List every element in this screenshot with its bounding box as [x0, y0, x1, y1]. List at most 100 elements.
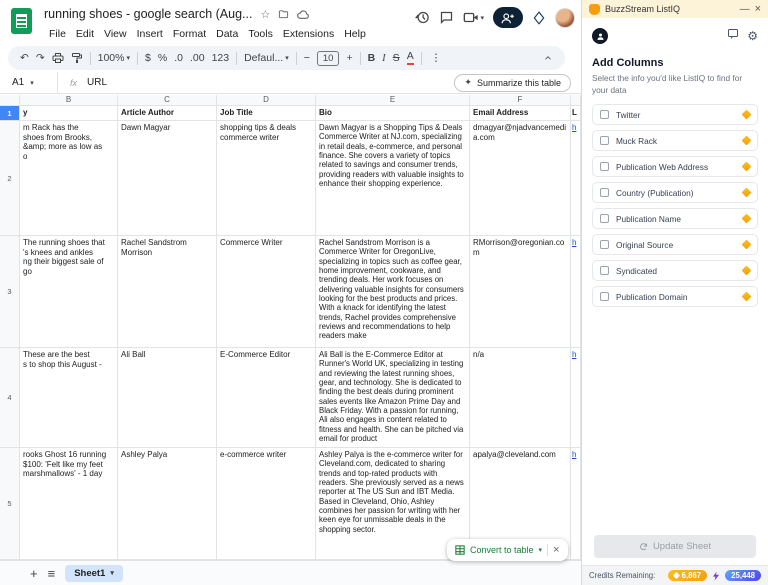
strikethrough-button[interactable]: S	[393, 52, 400, 64]
checkbox[interactable]	[600, 292, 609, 301]
column-option-publication-domain[interactable]: Publication Domain	[592, 286, 758, 307]
increase-decimal-button[interactable]: .00	[190, 52, 205, 64]
decrease-font-size-button[interactable]: −	[304, 52, 310, 64]
sheets-logo-icon[interactable]	[11, 8, 32, 34]
checkbox[interactable]	[600, 214, 609, 223]
bold-button[interactable]: B	[368, 52, 376, 64]
checkbox[interactable]	[600, 188, 609, 197]
cell-G5[interactable]: h	[571, 448, 581, 560]
row-header-4[interactable]: 4	[0, 348, 20, 448]
row-header-3[interactable]: 3	[0, 236, 20, 348]
cell-G2[interactable]: h	[571, 121, 581, 236]
cell-D3[interactable]: Commerce Writer	[217, 236, 316, 348]
convert-caret-icon[interactable]: ▾	[539, 546, 543, 554]
column-header-D[interactable]: D	[217, 95, 316, 106]
menu-help[interactable]: Help	[339, 27, 371, 41]
menu-data[interactable]: Data	[211, 27, 243, 41]
increase-font-size-button[interactable]: +	[346, 52, 352, 64]
column-option-original-source[interactable]: Original Source	[592, 234, 758, 255]
summarize-table-button[interactable]: ✦ Summarize this table	[454, 74, 571, 92]
cell-B2[interactable]: m Rack has the shoes from Brooks, &amp; …	[20, 121, 118, 236]
column-option-publication-web-address[interactable]: Publication Web Address	[592, 156, 758, 177]
cell-B5[interactable]: rooks Ghost 16 running $100: 'Felt like …	[20, 448, 118, 560]
cell-E3[interactable]: Rachel Sandstrom Morrison is a Commerce …	[316, 236, 470, 348]
checkbox[interactable]	[600, 136, 609, 145]
cell-D1[interactable]: Job Title	[217, 106, 316, 121]
font-size-input[interactable]: 10	[317, 51, 340, 66]
column-option-syndicated[interactable]: Syndicated	[592, 260, 758, 281]
column-header-C[interactable]: C	[118, 95, 217, 106]
cell-D4[interactable]: E-Commerce Editor	[217, 348, 316, 448]
menu-file[interactable]: File	[44, 27, 71, 41]
feedback-icon[interactable]	[727, 27, 739, 45]
paint-format-button[interactable]	[71, 52, 83, 64]
menu-view[interactable]: View	[99, 27, 132, 41]
select-all-corner[interactable]	[0, 95, 20, 106]
more-formats-button[interactable]: 123	[212, 52, 230, 64]
account-avatar[interactable]	[555, 8, 575, 28]
column-header-F[interactable]: F	[470, 95, 571, 106]
redo-button[interactable]: ↷	[36, 52, 45, 64]
row-header-1[interactable]: 1	[0, 106, 20, 121]
update-sheet-button[interactable]: Update Sheet	[594, 535, 756, 558]
panel-minimize-icon[interactable]: —	[740, 4, 750, 15]
document-title[interactable]: running shoes - google search (Aug...	[44, 7, 252, 21]
panel-close-icon[interactable]: ×	[755, 3, 761, 15]
column-header-E[interactable]: E	[316, 95, 470, 106]
cell-F3[interactable]: RMorrison@oregonian.com	[470, 236, 571, 348]
column-header-G[interactable]	[571, 95, 581, 106]
sheet-tab-active[interactable]: Sheet1 ▾	[65, 565, 123, 582]
collapse-toolbar-icon[interactable]	[543, 53, 553, 63]
menu-edit[interactable]: Edit	[71, 27, 99, 41]
italic-button[interactable]: I	[382, 53, 386, 64]
cell-C5[interactable]: Ashley Palya	[118, 448, 217, 560]
comments-icon[interactable]	[439, 10, 454, 25]
cell-B4[interactable]: These are the best s to shop this August…	[20, 348, 118, 448]
share-button[interactable]	[493, 7, 523, 28]
zoom-select[interactable]: 100%▾	[98, 52, 130, 64]
column-option-muck-rack[interactable]: Muck Rack	[592, 130, 758, 151]
cell-C1[interactable]: Article Author	[118, 106, 217, 121]
cell-B1[interactable]: y	[20, 106, 118, 121]
cell-F2[interactable]: dmagyar@njadvancemedia.com	[470, 121, 571, 236]
star-icon[interactable]: ☆	[260, 8, 270, 21]
menu-tools[interactable]: Tools	[243, 27, 278, 41]
menu-format[interactable]: Format	[168, 27, 211, 41]
version-history-icon[interactable]	[415, 10, 430, 25]
cell-C2[interactable]: Dawn Magyar	[118, 121, 217, 236]
text-color-button[interactable]: A	[407, 51, 414, 65]
decrease-decimal-button[interactable]: .0	[174, 52, 183, 64]
column-header-B[interactable]: B	[20, 95, 118, 106]
font-family-select[interactable]: Defaul...▾	[244, 52, 289, 64]
column-option-twitter[interactable]: Twitter	[592, 104, 758, 125]
cell-G3[interactable]: h	[571, 236, 581, 348]
checkbox[interactable]	[600, 162, 609, 171]
column-option-publication-name[interactable]: Publication Name	[592, 208, 758, 229]
cell-G1[interactable]: L	[571, 106, 581, 121]
format-currency-button[interactable]: $	[145, 52, 151, 64]
row-header-5[interactable]: 5	[0, 448, 20, 560]
checkbox[interactable]	[600, 240, 609, 249]
add-sheet-button[interactable]: +	[30, 566, 38, 581]
cell-E4[interactable]: Ali Ball is the E-Commerce Editor at Run…	[316, 348, 470, 448]
cell-C4[interactable]: Ali Ball	[118, 348, 217, 448]
print-button[interactable]	[52, 52, 64, 64]
cell-D2[interactable]: shopping tips & deals commerce writer	[217, 121, 316, 236]
cell-D5[interactable]: e-commerce writer	[217, 448, 316, 560]
sheet-tab-caret-icon[interactable]: ▾	[110, 569, 114, 577]
cell-E2[interactable]: Dawn Magyar is a Shopping Tips & Deals C…	[316, 121, 470, 236]
account-icon[interactable]	[592, 28, 608, 44]
cell-E1[interactable]: Bio	[316, 106, 470, 121]
convert-to-table-pill[interactable]: Convert to table ▾ ×	[447, 539, 568, 561]
cell-G4[interactable]: h	[571, 348, 581, 448]
cell-F1[interactable]: Email Address	[470, 106, 571, 121]
column-option-country-publication[interactable]: Country (Publication)	[592, 182, 758, 203]
menu-extensions[interactable]: Extensions	[278, 27, 339, 41]
toolbar-more-button[interactable]: ⋮	[431, 52, 442, 64]
undo-button[interactable]: ↶	[20, 52, 29, 64]
gemini-gem-icon[interactable]	[532, 11, 546, 25]
cell-C3[interactable]: Rachel Sandstrom Morrison	[118, 236, 217, 348]
dismiss-pill-icon[interactable]: ×	[553, 544, 559, 556]
format-percent-button[interactable]: %	[158, 52, 167, 64]
cell-B3[interactable]: The running shoes that 's knees and ankl…	[20, 236, 118, 348]
